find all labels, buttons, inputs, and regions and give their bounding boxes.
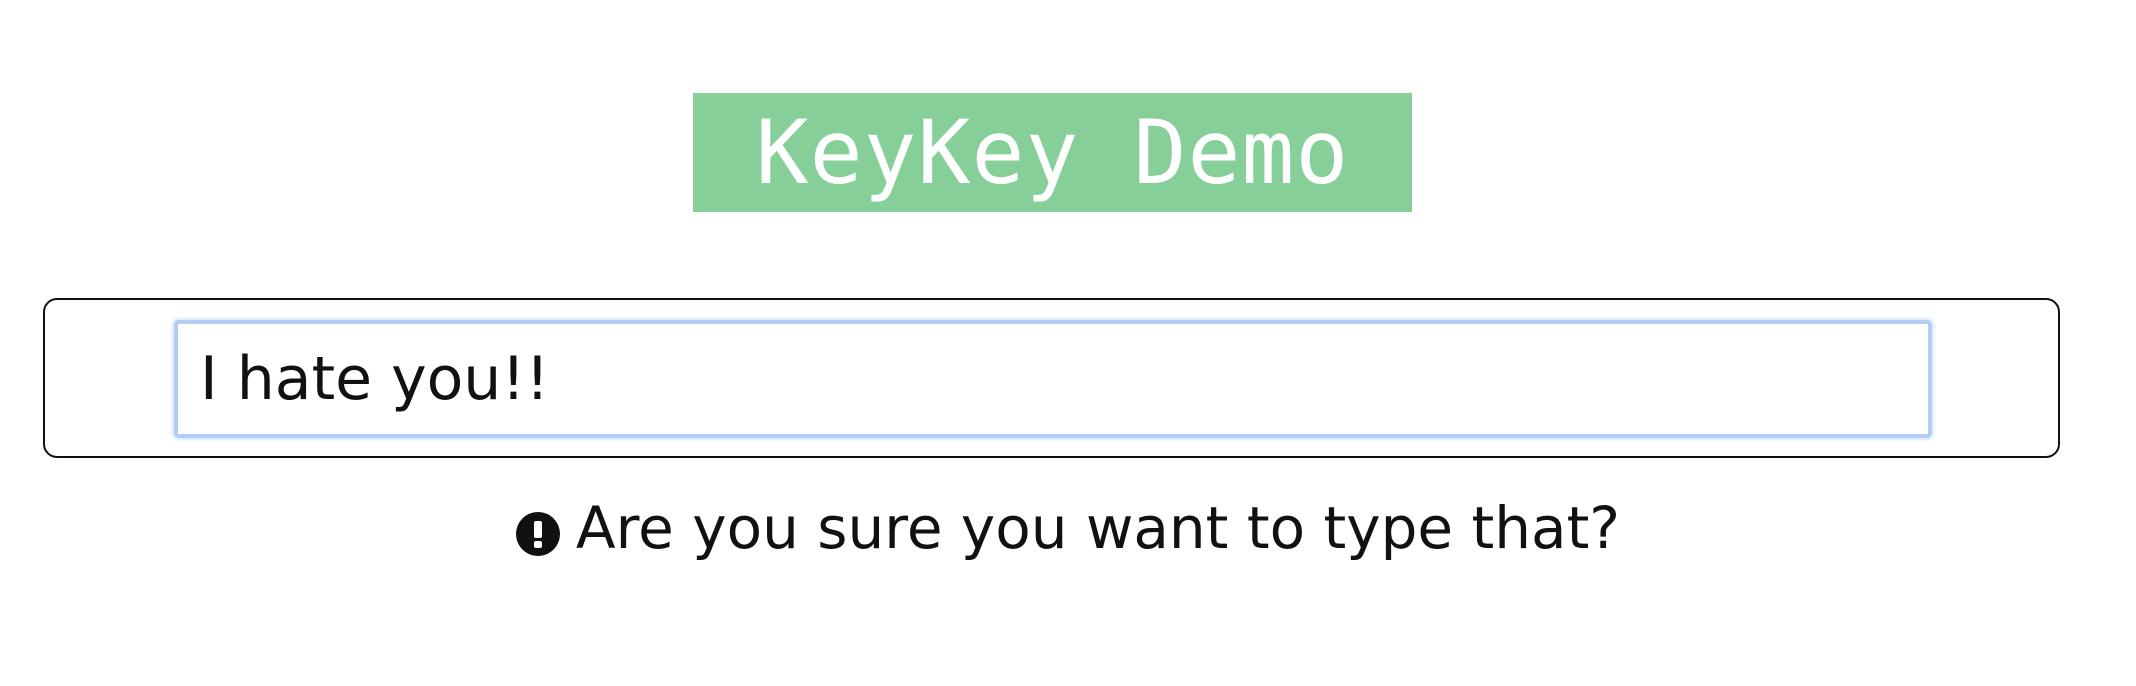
exclamation-circle-icon	[515, 511, 560, 556]
warning-text: Are you sure you want to type that?	[575, 494, 1621, 562]
page-title: KeyKey Demo	[755, 100, 1350, 204]
input-container	[43, 298, 2060, 458]
title-banner: KeyKey Demo	[693, 93, 1412, 212]
message-input[interactable]	[174, 320, 1932, 438]
warning-message: Are you sure you want to type that?	[0, 494, 2136, 564]
